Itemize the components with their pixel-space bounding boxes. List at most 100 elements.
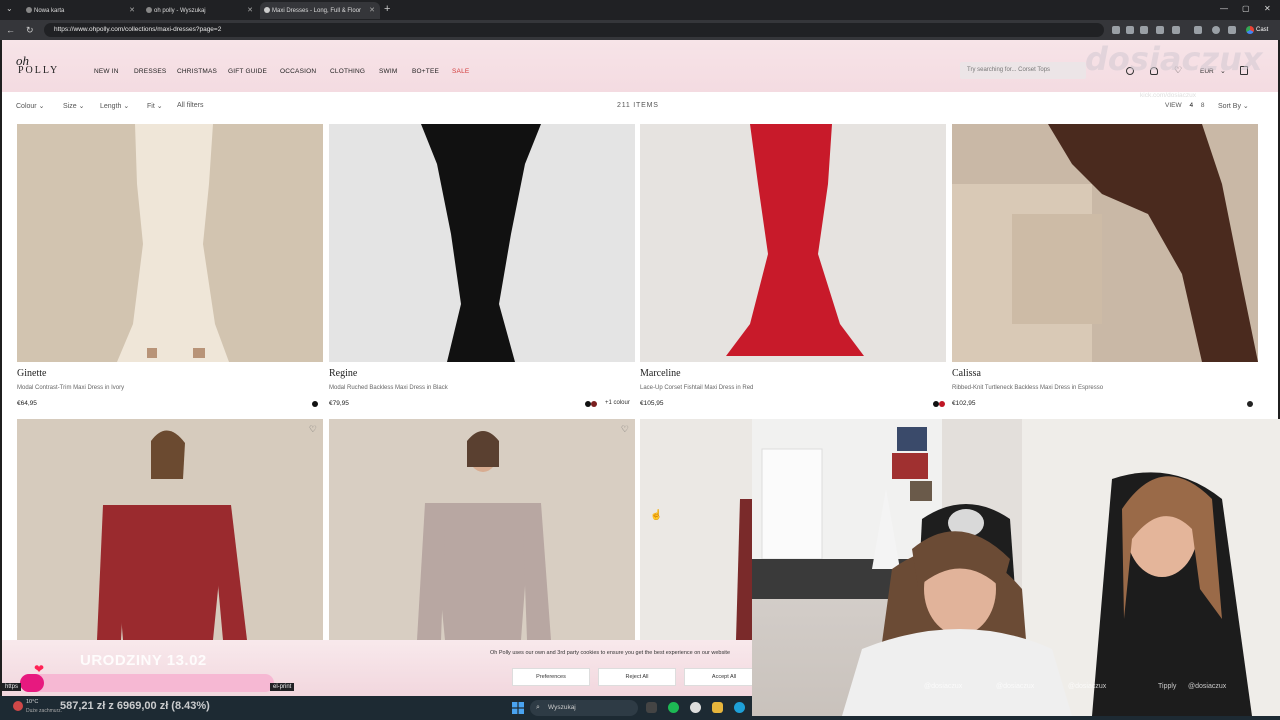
cookie-reject-all-button[interactable]: Reject All (598, 668, 676, 686)
minimize-icon[interactable]: — (1220, 4, 1228, 13)
cookie-text: Oh Polly uses our own and 3rd party cook… (490, 650, 731, 656)
filter-label: Fit (147, 103, 155, 110)
tab-favicon-icon (26, 7, 32, 13)
webcam-overlay: @dosiaczux @dosiaczux @dosiaczux Tipply … (752, 419, 1280, 716)
link-preview-tooltip-end: el-print (270, 683, 295, 691)
search-icon: ⌕ (536, 704, 540, 711)
folder-icon[interactable] (712, 702, 723, 713)
puzzle-icon[interactable] (1194, 26, 1202, 34)
tab-search[interactable]: oh polly - Wyszukaj ✕ (142, 2, 258, 19)
product-description: Lace-Up Corset Fishtail Maxi Dress in Re… (640, 385, 754, 391)
edge-icon[interactable] (734, 702, 745, 713)
tab-list-icon[interactable]: ⌄ (6, 4, 13, 13)
all-filters-button[interactable]: All filters (177, 102, 203, 109)
product-name[interactable]: Calissa (952, 368, 981, 379)
product-image[interactable] (329, 124, 635, 362)
extension-icon[interactable] (1140, 26, 1148, 34)
social-youtube: @dosiaczux (1068, 683, 1107, 690)
nav-gift-guide[interactable]: GIFT GUIDE (228, 68, 267, 75)
product-image[interactable] (952, 124, 1258, 362)
product-price: €79,95 (329, 400, 349, 407)
browser-tab-bar: ⌄ Nowa karta ✕ oh polly - Wyszukaj ✕ Max… (0, 0, 1280, 20)
wishlist-heart-icon[interactable]: ♡ (309, 424, 317, 435)
close-icon[interactable]: ✕ (247, 6, 253, 14)
product-photo (329, 124, 635, 362)
webcam-scene (752, 419, 1280, 716)
nav-christmas[interactable]: CHRISTMAS (177, 68, 217, 75)
color-swatch[interactable] (939, 401, 945, 407)
close-icon[interactable]: ✕ (129, 6, 135, 14)
nav-sale[interactable]: SALE (452, 68, 469, 75)
weather-temperature: 10°C (26, 699, 39, 705)
kick-channel-tag: kick.com/dosiaczux (1140, 92, 1196, 99)
extension-icon[interactable] (1228, 26, 1236, 34)
tab-new-tab[interactable]: Nowa karta ✕ (22, 2, 140, 19)
view-toggle: VIEW 4 8 (1165, 102, 1205, 109)
color-swatch[interactable] (312, 401, 318, 407)
sort-by-dropdown[interactable]: Sort By ⌄ (1218, 102, 1249, 110)
product-image[interactable]: ♡ (329, 419, 635, 640)
close-icon[interactable]: ✕ (369, 6, 375, 14)
file-explorer-icon[interactable] (646, 702, 657, 713)
extension-icon[interactable] (1112, 26, 1120, 34)
wishlist-heart-icon[interactable]: ♡ (621, 424, 629, 435)
search-input[interactable]: Try searching for... Corset Tops (960, 62, 1086, 79)
back-icon[interactable]: ← (6, 25, 15, 35)
logo-line-2: POLLY (18, 65, 60, 76)
site-logo[interactable]: oh POLLY (16, 54, 68, 76)
product-price: €64,95 (17, 400, 37, 407)
url-text: https://www.ohpolly.com/collections/maxi… (54, 26, 222, 33)
obs-icon[interactable] (690, 702, 701, 713)
spotify-icon[interactable] (668, 702, 679, 713)
product-photo (17, 124, 323, 362)
tab-favicon-icon (264, 7, 270, 13)
color-swatch[interactable] (1247, 401, 1253, 407)
address-bar[interactable]: https://www.ohpolly.com/collections/maxi… (44, 23, 1104, 37)
taskbar-search-input[interactable]: ⌕ Wyszukaj (530, 700, 638, 716)
color-swatch[interactable] (591, 401, 597, 407)
product-description: Ribbed-Knit Turtleneck Backless Maxi Dre… (952, 385, 1104, 391)
extra-colours-label[interactable]: +1 colour (605, 400, 630, 406)
items-count: 211 ITEMS (617, 102, 659, 109)
filter-size[interactable]: Size ⌄ (63, 102, 84, 110)
filter-length[interactable]: Length ⌄ (100, 102, 129, 110)
maximize-icon[interactable]: ▢ (1242, 4, 1250, 13)
donation-goal-bar (20, 674, 274, 692)
filter-bar: Colour ⌄ Size ⌄ Length ⌄ Fit ⌄ All filte… (2, 98, 1278, 114)
product-image[interactable]: ♡ (17, 419, 323, 640)
filter-colour[interactable]: Colour ⌄ (16, 102, 44, 110)
nav-clothing[interactable]: CLOTHING (330, 68, 365, 75)
product-image[interactable] (640, 124, 946, 362)
product-photo (329, 419, 635, 640)
nav-occasion[interactable]: OCCASION (280, 68, 316, 75)
tab-title: Maxi Dresses - Long, Full & Floor (272, 7, 362, 14)
product-image[interactable] (17, 124, 323, 362)
close-window-icon[interactable]: ✕ (1264, 4, 1271, 13)
new-tab-plus-icon[interactable]: + (384, 3, 390, 15)
product-description: Modal Ruched Backless Maxi Dress in Blac… (329, 385, 448, 391)
product-name[interactable]: Ginette (17, 368, 46, 379)
cast-button[interactable]: Cast (1246, 24, 1268, 36)
filter-fit[interactable]: Fit ⌄ (147, 102, 163, 110)
view-option-4[interactable]: 4 (1189, 102, 1193, 109)
bookmark-star-icon[interactable] (1126, 26, 1134, 34)
extension-icon[interactable] (1172, 26, 1180, 34)
weather-icon[interactable] (13, 701, 23, 711)
product-description: Modal Contrast-Trim Maxi Dress in Ivory (17, 385, 125, 391)
product-photo (17, 419, 323, 640)
tab-maxi-dresses[interactable]: Maxi Dresses - Long, Full & Floor ✕ (260, 2, 380, 19)
extension-icon[interactable] (1156, 26, 1164, 34)
reload-icon[interactable]: ↻ (26, 25, 34, 36)
windows-start-icon[interactable] (512, 702, 524, 714)
chevron-down-icon: ⌄ (38, 103, 45, 110)
nav-dresses[interactable]: DRESSES (134, 68, 166, 75)
product-name[interactable]: Marceline (640, 368, 681, 379)
cookie-preferences-button[interactable]: Preferences (512, 668, 590, 686)
product-name[interactable]: Regine (329, 368, 357, 379)
social-tipply-handle: @dosiaczux (1188, 683, 1227, 690)
profile-avatar-icon[interactable] (1212, 26, 1220, 34)
nav-bo-tee[interactable]: BO+TEE (412, 68, 439, 75)
nav-new-in[interactable]: NEW IN (94, 68, 119, 75)
view-option-8[interactable]: 8 (1201, 102, 1205, 109)
nav-swim[interactable]: SWIM (379, 68, 398, 75)
